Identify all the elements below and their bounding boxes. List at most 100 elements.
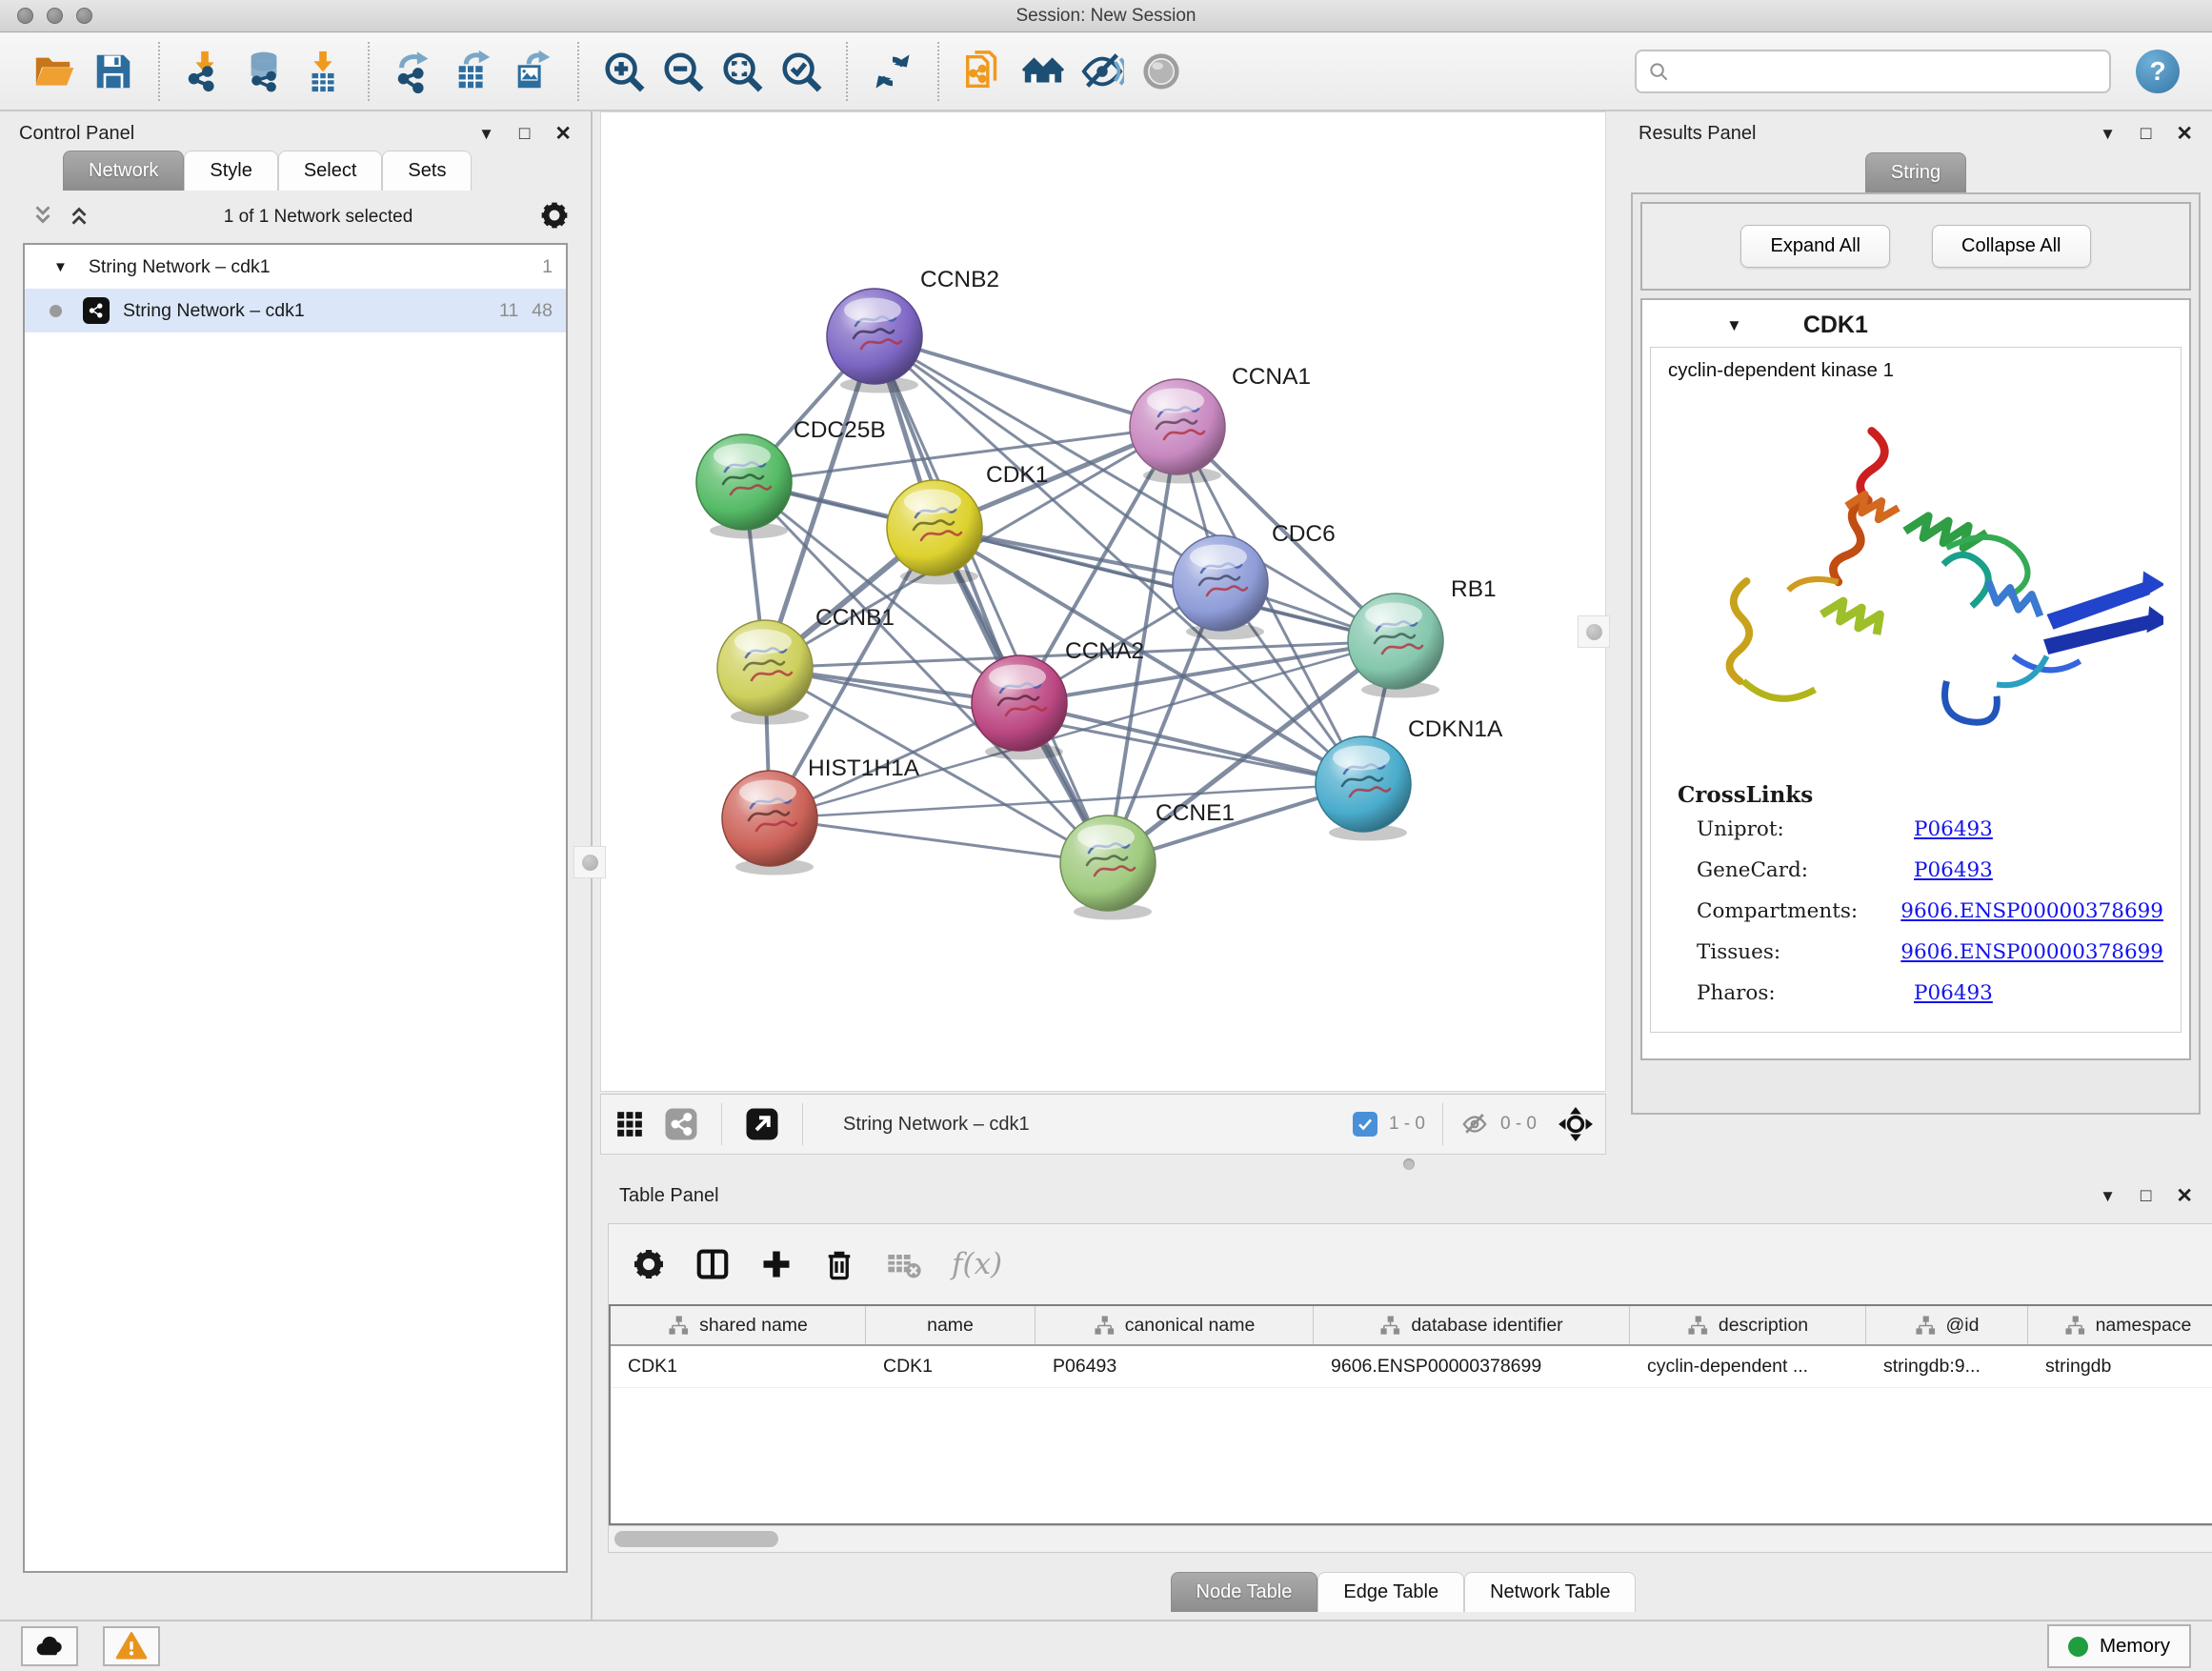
warnings-button[interactable] — [103, 1626, 160, 1666]
cloud-status-button[interactable] — [21, 1626, 78, 1666]
table-cell[interactable]: P06493 — [1036, 1346, 1314, 1387]
refresh-button[interactable] — [863, 42, 922, 101]
share-badge-icon — [664, 1107, 698, 1141]
column-header-shared-name[interactable]: shared name — [611, 1306, 866, 1344]
panel-menu-icon[interactable]: ▼ — [2100, 1188, 2116, 1204]
hidden-eye-icon[interactable] — [1460, 1110, 1489, 1138]
zoom-in-button[interactable] — [594, 42, 654, 101]
network-node-RB1[interactable]: RB1 — [1348, 576, 1497, 698]
delete-table-button[interactable] — [885, 1245, 923, 1283]
level-of-detail-button[interactable] — [1132, 42, 1191, 101]
table-horizontal-scrollbar[interactable] — [609, 1525, 2212, 1552]
table-cell[interactable]: CDK1 — [866, 1346, 1036, 1387]
table-options-button[interactable] — [632, 1247, 666, 1281]
table-cell[interactable]: stringdb — [2028, 1346, 2212, 1387]
table-cell[interactable]: 9606.ENSP00000378699 — [1314, 1346, 1630, 1387]
zoom-fit-button[interactable] — [713, 42, 772, 101]
crosslink-link[interactable]: 9606.ENSP00000378699 — [1900, 940, 2163, 964]
table-row[interactable]: CDK1CDK1P064939606.ENSP00000378699cyclin… — [611, 1346, 2212, 1388]
search-input[interactable] — [1678, 61, 2098, 82]
column-header-name[interactable]: name — [866, 1306, 1036, 1344]
splitter-knob-icon[interactable] — [1403, 1158, 1415, 1170]
expand-all-networks-button[interactable] — [61, 203, 97, 231]
collection-expander-icon[interactable]: ▼ — [53, 259, 68, 275]
network-row[interactable]: String Network – cdk1 11 48 — [25, 289, 566, 332]
tab-network-table[interactable]: Network Table — [1464, 1572, 1636, 1612]
tab-network[interactable]: Network — [63, 151, 184, 191]
column-header-description[interactable]: description — [1630, 1306, 1866, 1344]
column-header-database-identifier[interactable]: database identifier — [1314, 1306, 1630, 1344]
node-table[interactable]: shared namenamecanonical namedatabase id… — [609, 1304, 2212, 1525]
collapse-all-networks-button[interactable] — [25, 203, 61, 231]
crosslink-link[interactable]: P06493 — [1914, 981, 1993, 1005]
zoom-selected-button[interactable] — [772, 42, 831, 101]
table-cell[interactable]: cyclin-dependent ... — [1630, 1346, 1866, 1387]
crosslink-link[interactable]: 9606.ENSP00000378699 — [1900, 899, 2163, 923]
panel-menu-icon[interactable]: ▼ — [2100, 126, 2116, 142]
import-network-database-button[interactable] — [234, 42, 293, 101]
panel-close-icon[interactable]: ✕ — [2176, 124, 2193, 144]
network-node-CDKN1A[interactable]: CDKN1A — [1316, 716, 1503, 841]
gene-expander-icon[interactable]: ▼ — [1726, 316, 1742, 335]
network-canvas[interactable]: CCNB2CCNA1CDC25BCDK1CDC6RB1CCNB1CCNA2CDK… — [600, 111, 1606, 1092]
crosslink-link[interactable]: P06493 — [1914, 858, 1993, 882]
network-node-CCNB2[interactable]: CCNB2 — [827, 267, 999, 393]
export-network-icon — [392, 50, 436, 93]
left-splitter-handle[interactable] — [573, 846, 606, 878]
network-view-toolbar: String Network – cdk1 1 - 0 0 - 0 — [600, 1094, 1606, 1155]
right-splitter-handle[interactable] — [1578, 615, 1610, 648]
gene-card-header[interactable]: ▼ CDK1 — [1642, 300, 2189, 347]
scrollbar-thumb[interactable] — [614, 1531, 778, 1547]
table-cell[interactable]: CDK1 — [611, 1346, 866, 1387]
network-node-CDK1[interactable]: CDK1 — [887, 462, 1048, 585]
panel-float-icon[interactable]: □ — [2141, 125, 2151, 143]
open-session-button[interactable] — [25, 42, 84, 101]
graphics-details-button[interactable] — [1073, 42, 1132, 101]
import-table-button[interactable] — [293, 42, 352, 101]
export-image-button[interactable] — [503, 42, 562, 101]
birdseye-home-button[interactable] — [1014, 42, 1073, 101]
export-table-button[interactable] — [444, 42, 503, 101]
delete-columns-button[interactable] — [822, 1247, 856, 1281]
help-button[interactable]: ? — [2136, 50, 2180, 93]
tab-node-table[interactable]: Node Table — [1171, 1572, 1318, 1612]
function-builder-button[interactable]: f(x) — [952, 1247, 1002, 1281]
save-session-button[interactable] — [84, 42, 143, 101]
network-options-button[interactable] — [539, 200, 570, 233]
network-node-CCNA1[interactable]: CCNA1 — [1130, 364, 1311, 484]
column-header-canonical-name[interactable]: canonical name — [1036, 1306, 1314, 1344]
panel-close-icon[interactable]: ✕ — [2176, 1186, 2193, 1206]
selected-checkbox-icon[interactable] — [1353, 1112, 1377, 1137]
cytoscape-js-export-button[interactable] — [955, 42, 1014, 101]
tab-sets[interactable]: Sets — [382, 151, 472, 191]
column-header--id[interactable]: @id — [1866, 1306, 2028, 1344]
panel-float-icon[interactable]: □ — [2141, 1187, 2151, 1205]
panel-close-icon[interactable]: ✕ — [554, 124, 572, 144]
show-columns-button[interactable] — [694, 1246, 731, 1282]
import-network-button[interactable] — [175, 42, 234, 101]
tab-string[interactable]: String — [1865, 152, 1966, 192]
expand-all-button[interactable]: Expand All — [1740, 225, 1890, 268]
column-header-namespace[interactable]: namespace — [2028, 1306, 2212, 1344]
network-collection-row[interactable]: ▼ String Network – cdk1 1 — [25, 245, 566, 289]
tab-style[interactable]: Style — [184, 151, 277, 191]
export-network-button[interactable] — [385, 42, 444, 101]
toolbar-separator — [577, 42, 579, 101]
panel-float-icon[interactable]: □ — [519, 125, 530, 143]
table-cell[interactable]: stringdb:9... — [1866, 1346, 2028, 1387]
crosslink-link[interactable]: P06493 — [1914, 817, 1993, 841]
navigator-crosshair-icon[interactable] — [1558, 1106, 1594, 1142]
memory-button[interactable]: Memory — [2047, 1624, 2191, 1668]
gene-card: ▼ CDK1 cyclin-dependent kinase 1 — [1640, 298, 2191, 1060]
zoom-out-button[interactable] — [654, 42, 713, 101]
panel-menu-icon[interactable]: ▼ — [478, 126, 494, 142]
export-image-icon — [511, 50, 554, 93]
save-icon — [91, 50, 135, 93]
collapse-all-button[interactable]: Collapse All — [1932, 225, 2091, 268]
tab-edge-table[interactable]: Edge Table — [1317, 1572, 1464, 1612]
network-view-type-button[interactable] — [660, 1103, 702, 1145]
open-view-in-window-button[interactable] — [741, 1103, 783, 1145]
create-column-button[interactable] — [759, 1247, 794, 1281]
tab-select[interactable]: Select — [278, 151, 383, 191]
grid-view-button[interactable] — [613, 1107, 647, 1141]
